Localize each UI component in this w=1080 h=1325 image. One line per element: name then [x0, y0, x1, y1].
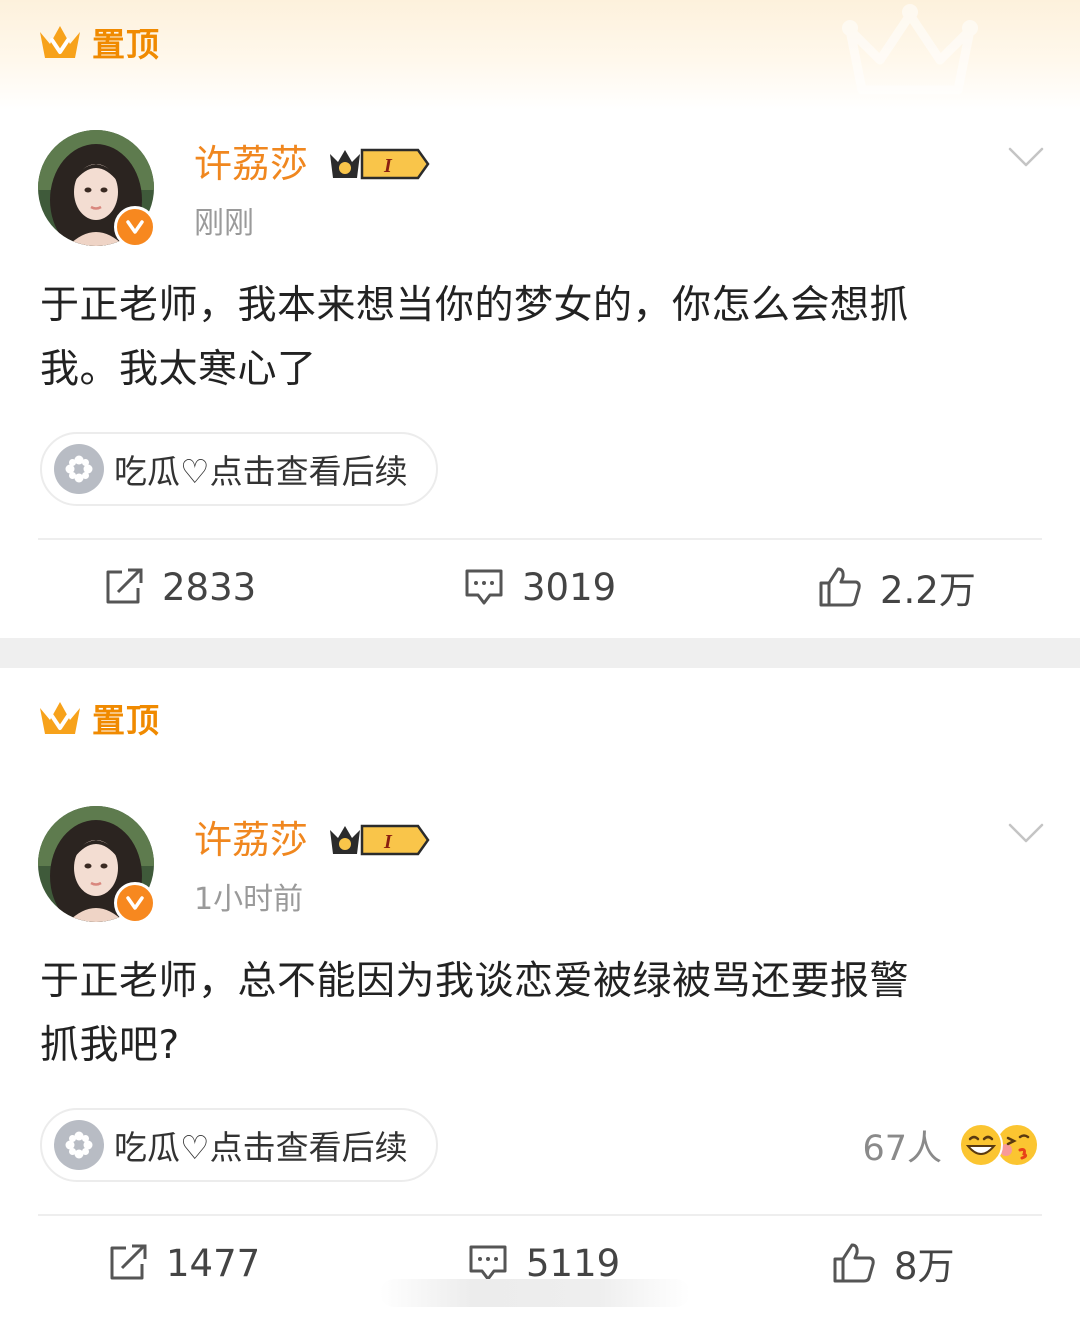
username[interactable]: 许荔莎: [194, 816, 308, 864]
divider: [38, 1214, 1042, 1216]
like-count: 2.2万: [880, 569, 976, 612]
post-text-line: 抓我吧?: [40, 1023, 180, 1068]
chevron-down-icon[interactable]: [1008, 146, 1044, 168]
comment-count: 3019: [522, 565, 617, 609]
crown-icon: [40, 26, 80, 58]
pinned-label: 置顶: [92, 701, 160, 740]
repost-icon: [110, 1244, 147, 1280]
post-separator: [0, 638, 1080, 668]
pinned-row: 置顶: [38, 18, 160, 66]
post-text-line: 于正老师，总不能因为我谈恋爱被绿被骂还要报警: [40, 959, 910, 1004]
like-count: 8万: [894, 1245, 955, 1288]
pinned-row: 置顶: [38, 694, 160, 742]
verified-v-icon: [114, 206, 156, 248]
reactions-count: 67人: [862, 1128, 942, 1169]
comment-button[interactable]: 3019: [464, 562, 616, 612]
member-level: I: [383, 831, 393, 853]
flower-icon: [54, 444, 104, 494]
avatar[interactable]: [38, 130, 156, 248]
repost-count: 1477: [166, 1241, 261, 1285]
post-text-line: 于正老师，我本来想当你的梦女的，你怎么会想抓: [40, 283, 910, 328]
repost-icon: [106, 568, 143, 604]
pinned-label: 置顶: [92, 25, 160, 64]
repost-button[interactable]: 2833: [104, 562, 256, 612]
post-card: 置顶 许荔莎 I 刚刚 于正老师，我本来想当你的梦女的，你怎么会想抓 我。我太寒…: [0, 0, 1080, 638]
like-button[interactable]: 2.2万: [818, 562, 976, 612]
reaction-emojis: [958, 1122, 1040, 1168]
topic-chip-label: 吃瓜♡点击查看后续: [114, 452, 408, 491]
avatar[interactable]: [38, 806, 156, 924]
post-text: 于正老师，总不能因为我谈恋爱被绿被骂还要报警 抓我吧?: [40, 950, 1040, 1078]
crown-watermark-icon: [842, 4, 978, 95]
flower-icon: [54, 1120, 104, 1170]
member-badge: I: [330, 148, 430, 180]
thumbs-up-icon: [819, 567, 861, 607]
chevron-down-icon[interactable]: [1008, 822, 1044, 844]
topic-chip[interactable]: 吃瓜♡点击查看后续: [40, 1108, 438, 1182]
repost-count: 2833: [162, 565, 257, 609]
thumbs-up-icon: [833, 1243, 875, 1283]
comment-icon: [469, 1245, 507, 1281]
member-level: I: [383, 155, 393, 177]
post-text-line: 我。我太寒心了: [40, 347, 317, 392]
post-text: 于正老师，我本来想当你的梦女的，你怎么会想抓 我。我太寒心了: [40, 274, 1040, 402]
repost-button[interactable]: 1477: [108, 1238, 260, 1288]
like-button[interactable]: 8万: [832, 1238, 955, 1288]
member-badge: I: [330, 824, 430, 856]
post-card: 置顶 许荔莎 I 1小时前 于正老师，总不能因为我谈恋爱被绿被骂还要报警 抓我吧…: [0, 668, 1080, 1325]
crown-icon: [40, 702, 80, 734]
comment-icon: [465, 569, 503, 605]
topic-chip-label: 吃瓜♡点击查看后续: [114, 1128, 408, 1167]
laugh-emoji-icon: [959, 1123, 1003, 1167]
topic-chip[interactable]: 吃瓜♡点击查看后续: [40, 432, 438, 506]
verified-v-icon: [114, 882, 156, 924]
divider: [38, 538, 1042, 540]
reactions-summary[interactable]: 67人: [862, 1120, 1040, 1170]
username[interactable]: 许荔莎: [194, 140, 308, 188]
post-time: 1小时前: [194, 882, 304, 917]
bottom-fade-overlay: [380, 1279, 690, 1307]
post-time: 刚刚: [194, 206, 254, 241]
